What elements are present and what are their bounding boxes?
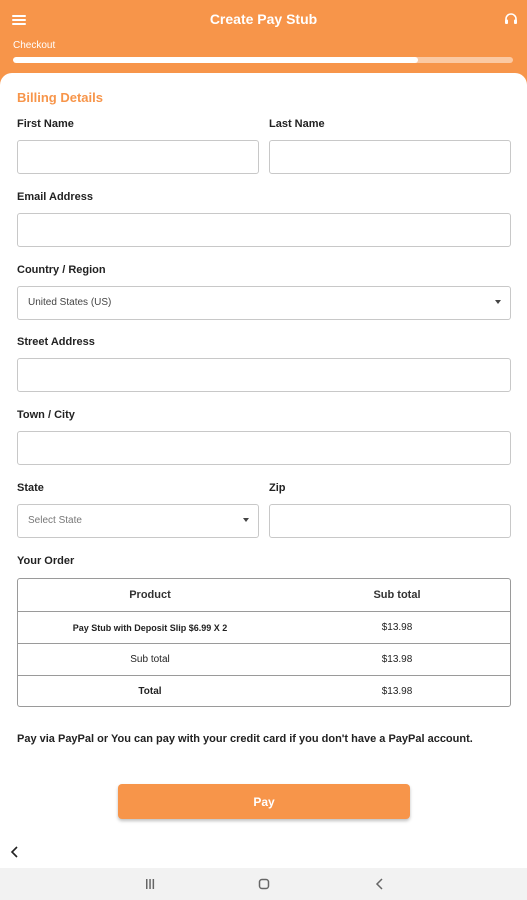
- system-navigation-bar: [0, 868, 527, 900]
- zip-field[interactable]: [269, 504, 511, 538]
- headset-icon[interactable]: [504, 12, 518, 26]
- table-header-row: Product Sub total: [18, 579, 510, 611]
- progress-fill: [13, 57, 418, 63]
- home-icon[interactable]: [254, 876, 274, 892]
- city-label: Town / City: [17, 409, 75, 421]
- pay-button[interactable]: Pay: [118, 784, 410, 819]
- state-label: State: [17, 482, 44, 494]
- order-summary-table: Product Sub total Pay Stub with Deposit …: [17, 578, 511, 707]
- column-header-product: Product: [129, 589, 171, 601]
- street-address-label: Street Address: [17, 336, 95, 348]
- order-item-amount: $13.98: [381, 622, 413, 633]
- last-name-field[interactable]: [269, 140, 511, 174]
- your-order-heading: Your Order: [17, 555, 75, 567]
- table-row: Sub total $13.98: [18, 643, 510, 675]
- checkout-step-label: Checkout: [13, 40, 56, 51]
- subtotal-amount: $13.98: [381, 654, 413, 665]
- table-row: Total $13.98: [18, 675, 510, 706]
- payment-note: Pay via PayPal or You can pay with your …: [17, 733, 473, 745]
- street-address-field[interactable]: [17, 358, 511, 392]
- state-placeholder: Select State: [28, 515, 82, 526]
- subtotal-label: Sub total: [130, 654, 170, 665]
- country-selected-value: United States (US): [28, 297, 112, 308]
- chevron-down-icon: [495, 300, 501, 304]
- zip-label: Zip: [269, 482, 286, 494]
- recent-apps-icon[interactable]: [140, 876, 160, 892]
- checkout-progress-bar: [13, 57, 513, 63]
- order-item-name: Pay Stub with Deposit Slip $6.99 X 2: [72, 622, 228, 633]
- page-title: Create Pay Stub: [209, 11, 318, 27]
- state-select[interactable]: Select State: [17, 504, 259, 538]
- chevron-down-icon: [243, 518, 249, 522]
- city-field[interactable]: [17, 431, 511, 465]
- column-header-subtotal: Sub total: [373, 589, 421, 601]
- table-row: Pay Stub with Deposit Slip $6.99 X 2 $13…: [18, 611, 510, 643]
- app-header: Create Pay Stub Checkout: [0, 0, 527, 80]
- email-field[interactable]: [17, 213, 511, 247]
- total-label: Total: [138, 686, 162, 697]
- billing-details-heading: Billing Details: [17, 90, 103, 105]
- last-name-label: Last Name: [269, 118, 325, 130]
- country-select[interactable]: United States (US): [17, 286, 511, 320]
- first-name-label: First Name: [17, 118, 74, 130]
- email-label: Email Address: [17, 191, 94, 203]
- first-name-field[interactable]: [17, 140, 259, 174]
- total-amount: $13.98: [381, 686, 413, 697]
- back-arrow-icon[interactable]: [8, 845, 22, 859]
- country-label: Country / Region: [17, 264, 106, 276]
- system-back-icon[interactable]: [370, 876, 390, 892]
